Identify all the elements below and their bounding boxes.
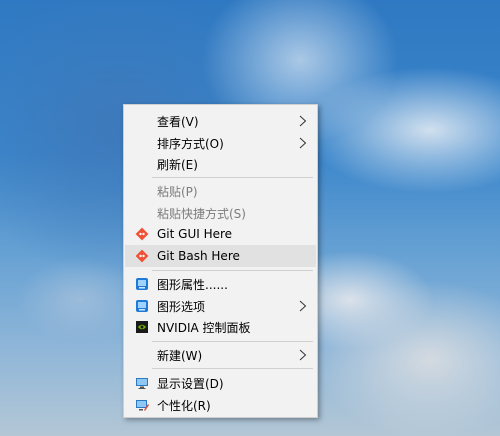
menu-item-new[interactable]: 新建(W) [125, 344, 316, 366]
menu-item-sort-by[interactable]: 排序方式(O) [125, 132, 316, 154]
menu-item-refresh[interactable]: 刷新(E) [125, 153, 316, 175]
menu-item-graphics-options-label: 图形选项 [157, 299, 206, 314]
display-icon [135, 376, 149, 390]
menu-item-display-settings-label: 显示设置(D) [157, 376, 224, 391]
menu-item-display-settings[interactable]: 显示设置(D) [125, 372, 316, 394]
menu-item-refresh-label: 刷新(E) [157, 157, 198, 172]
personalize-icon [135, 398, 149, 412]
menu-item-paste: 粘贴(P) [125, 180, 316, 202]
chevron-right-icon [298, 348, 308, 362]
menu-item-view[interactable]: 查看(V) [125, 110, 316, 132]
menu-item-graphics-properties-label: 图形属性...... [157, 277, 228, 292]
menu-item-personalize[interactable]: 个性化(R) [125, 394, 316, 416]
git-icon [135, 227, 149, 241]
intel-graphics-icon [135, 299, 149, 313]
menu-item-paste-shortcut: 粘贴快捷方式(S) [125, 202, 316, 224]
git-icon [135, 249, 149, 263]
menu-item-nvidia-control-panel[interactable]: NVIDIA 控制面板 [125, 316, 316, 338]
menu-item-nvidia-control-panel-label: NVIDIA 控制面板 [157, 320, 251, 335]
menu-separator [152, 341, 313, 342]
menu-item-git-bash[interactable]: Git Bash Here [125, 245, 316, 267]
menu-item-graphics-properties[interactable]: 图形属性...... [125, 273, 316, 295]
menu-item-new-label: 新建(W) [157, 348, 203, 363]
nvidia-icon [135, 320, 149, 334]
desktop-context-menu: 查看(V) 排序方式(O) 刷新(E) 粘贴(P) 粘贴快捷方式(S) Git … [123, 104, 318, 418]
menu-separator [152, 368, 313, 369]
menu-item-sort-by-label: 排序方式(O) [157, 136, 224, 151]
menu-item-git-gui-label: Git GUI Here [157, 227, 233, 241]
chevron-right-icon [298, 136, 308, 150]
intel-graphics-icon [135, 277, 149, 291]
menu-item-paste-shortcut-label: 粘贴快捷方式(S) [157, 206, 246, 221]
menu-item-graphics-options[interactable]: 图形选项 [125, 295, 316, 317]
menu-item-paste-label: 粘贴(P) [157, 184, 198, 199]
menu-separator [152, 177, 313, 178]
menu-item-git-gui[interactable]: Git GUI Here [125, 223, 316, 245]
chevron-right-icon [298, 299, 308, 313]
menu-item-git-bash-label: Git Bash Here [157, 249, 240, 263]
chevron-right-icon [298, 114, 308, 128]
menu-item-personalize-label: 个性化(R) [157, 398, 211, 413]
menu-separator [152, 270, 313, 271]
menu-item-view-label: 查看(V) [157, 114, 199, 129]
